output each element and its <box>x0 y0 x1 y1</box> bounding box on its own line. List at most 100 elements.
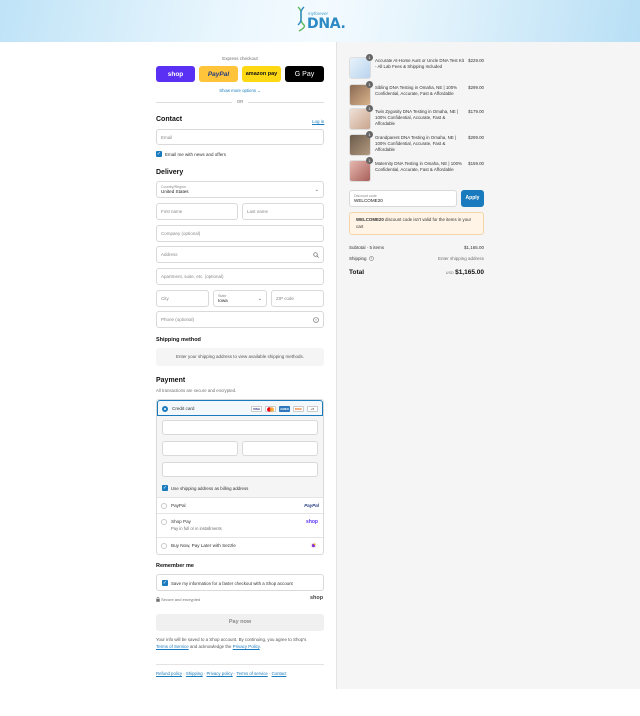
state-select[interactable]: State Iowa ⌄ <box>213 290 267 307</box>
quantity-badge: 1 <box>366 157 373 164</box>
email-field[interactable]: Email <box>156 129 324 145</box>
state-value: Iowa <box>218 298 228 303</box>
legal-text-1: Your info will be saved to a Shop accoun… <box>156 637 307 642</box>
contact-heading: Contact <box>156 116 183 123</box>
sezzle-label: Buy Now, Pay Later with Sezzle <box>171 543 236 548</box>
legal-end: . <box>259 644 261 649</box>
currency-code: USD <box>445 271 454 275</box>
billing-checkbox[interactable]: ✓ <box>162 485 168 491</box>
shipping-link[interactable]: Shipping <box>186 671 203 676</box>
divider-line <box>156 102 232 103</box>
shipping-label: Shipping <box>349 256 367 261</box>
item-price: $179.00 <box>468 109 484 114</box>
shipping-notice: Enter your shipping address to view avai… <box>156 348 324 366</box>
privacy-link[interactable]: Privacy Policy <box>233 644 260 649</box>
first-name-field[interactable]: First name <box>156 203 238 220</box>
shop-logo-icon: shop <box>306 519 318 525</box>
login-link[interactable]: Log in <box>312 119 324 124</box>
shop-pay-option[interactable]: Shop Pay Pay in full or in installments … <box>157 513 323 537</box>
discount-error-alert: WELCOME20 discount code isn't valid for … <box>349 212 484 235</box>
credit-card-option[interactable]: Credit card VISA AMEX DISC +5 <box>157 400 323 416</box>
sezzle-radio[interactable] <box>161 543 167 549</box>
privacy-policy-link[interactable]: Privacy policy <box>206 671 232 676</box>
svg-text:?: ? <box>370 257 372 261</box>
zip-placeholder: ZIP code <box>276 296 294 301</box>
paypal-radio[interactable] <box>161 503 167 509</box>
expiration-field[interactable] <box>162 441 238 456</box>
help-icon[interactable]: ? <box>368 256 374 261</box>
item-price: $159.00 <box>468 161 484 166</box>
brand-logo[interactable]: myforever DNA. <box>296 6 346 34</box>
card-number-field[interactable] <box>162 420 318 435</box>
delivery-heading: Delivery <box>156 169 184 176</box>
total-value: $1,165.00 <box>455 269 484 276</box>
discount-code-field[interactable]: Discount code WELCOME20 <box>349 190 457 207</box>
shop-pay-button[interactable]: shop <box>156 66 195 82</box>
show-more-options-link[interactable]: Show more options ⌄ <box>156 88 324 94</box>
city-placeholder: City <box>161 296 169 301</box>
last-name-field[interactable]: Last name <box>242 203 324 220</box>
paypal-button[interactable]: PayPal <box>199 66 238 82</box>
company-field[interactable]: Company (optional) <box>156 225 324 242</box>
city-field[interactable]: City <box>156 290 209 307</box>
amazon-pay-button[interactable]: amazon pay <box>242 66 281 82</box>
payment-subtitle: All transactions are secure and encrypte… <box>156 388 237 393</box>
security-code-field[interactable] <box>242 441 318 456</box>
contact-link[interactable]: Contact <box>272 671 287 676</box>
subtotal-value: $1,165.00 <box>463 245 484 250</box>
footer-divider <box>156 664 324 665</box>
refund-policy-link[interactable]: Refund policy <box>156 671 182 676</box>
paypal-label: PayPal <box>171 503 186 508</box>
apartment-placeholder: Apartment, suite, etc. (optional) <box>161 274 224 279</box>
credit-card-radio[interactable] <box>162 406 168 412</box>
cart-item: 1 Twin Zygosity DNA Testing in Omaha, NE… <box>349 105 484 132</box>
item-name: Maternity DNA Testing in Omaha, NE | 100… <box>375 161 462 173</box>
quantity-badge: 1 <box>366 131 373 138</box>
email-placeholder: Email <box>161 134 173 140</box>
express-checkout-title: Express checkout <box>222 56 258 61</box>
save-info-checkbox[interactable]: ✓ <box>162 580 168 586</box>
subtotal-label: Subtotal · 5 items <box>349 245 385 250</box>
apply-button[interactable]: Apply <box>461 190 484 207</box>
shop-logo-icon: shop <box>310 595 324 601</box>
sezzle-option[interactable]: Buy Now, Pay Later with Sezzle <box>157 537 323 554</box>
help-icon[interactable]: ? <box>313 317 319 323</box>
payment-methods: Credit card VISA AMEX DISC +5 ✓ Use ship… <box>156 399 324 555</box>
pay-now-button[interactable]: Pay now <box>156 614 324 631</box>
google-pay-button[interactable]: G Pay <box>285 66 324 82</box>
phone-field[interactable]: Phone (optional) ? <box>156 311 324 328</box>
country-value: United States <box>161 189 189 194</box>
total-label: Total <box>349 269 365 276</box>
news-checkbox[interactable]: ✓ <box>156 151 162 157</box>
cart-item: 1 Grandparent DNA Testing in Omaha, NE |… <box>349 131 484 158</box>
divider-line <box>248 102 324 103</box>
zip-field[interactable]: ZIP code <box>271 290 324 307</box>
discount-value: WELCOME20 <box>354 198 383 203</box>
subtotal-row: Subtotal · 5 items $1,165.00 <box>349 245 484 250</box>
item-price: $229.00 <box>468 58 484 63</box>
header-banner: myforever DNA. <box>0 0 640 42</box>
country-select[interactable]: Country/Region United States ⌄ <box>156 181 324 198</box>
legal-text: Your info will be saved to a Shop accoun… <box>156 636 324 650</box>
search-icon <box>313 252 319 258</box>
terms-link[interactable]: Terms of Service <box>156 644 189 649</box>
terms-of-service-link[interactable]: Terms of service <box>236 671 267 676</box>
sezzle-icon <box>310 542 317 549</box>
alert-code: WELCOME20 <box>356 217 384 222</box>
item-name: Accurate At-Home Aunt or Uncle DNA Test … <box>375 58 464 70</box>
shop-pay-radio[interactable] <box>161 519 167 525</box>
shipping-value: Enter shipping address <box>437 256 484 261</box>
cart-item: 1 Accurate At-Home Aunt or Uncle DNA Tes… <box>349 54 484 81</box>
paypal-option[interactable]: PayPal PayPal <box>157 497 323 513</box>
visa-icon: VISA <box>251 406 262 412</box>
credit-card-label: Credit card <box>172 406 195 411</box>
item-price: $299.00 <box>468 135 484 140</box>
apartment-field[interactable]: Apartment, suite, etc. (optional) <box>156 268 324 285</box>
name-on-card-field[interactable] <box>162 462 318 477</box>
quantity-badge: 1 <box>366 54 373 61</box>
address-field[interactable]: Address <box>156 246 324 263</box>
news-label: Email me with news and offers <box>165 152 226 157</box>
footer-links: Refund policy · Shipping · Privacy polic… <box>156 671 287 676</box>
amex-icon: AMEX <box>279 406 290 412</box>
brand-big: DNA. <box>307 16 346 32</box>
